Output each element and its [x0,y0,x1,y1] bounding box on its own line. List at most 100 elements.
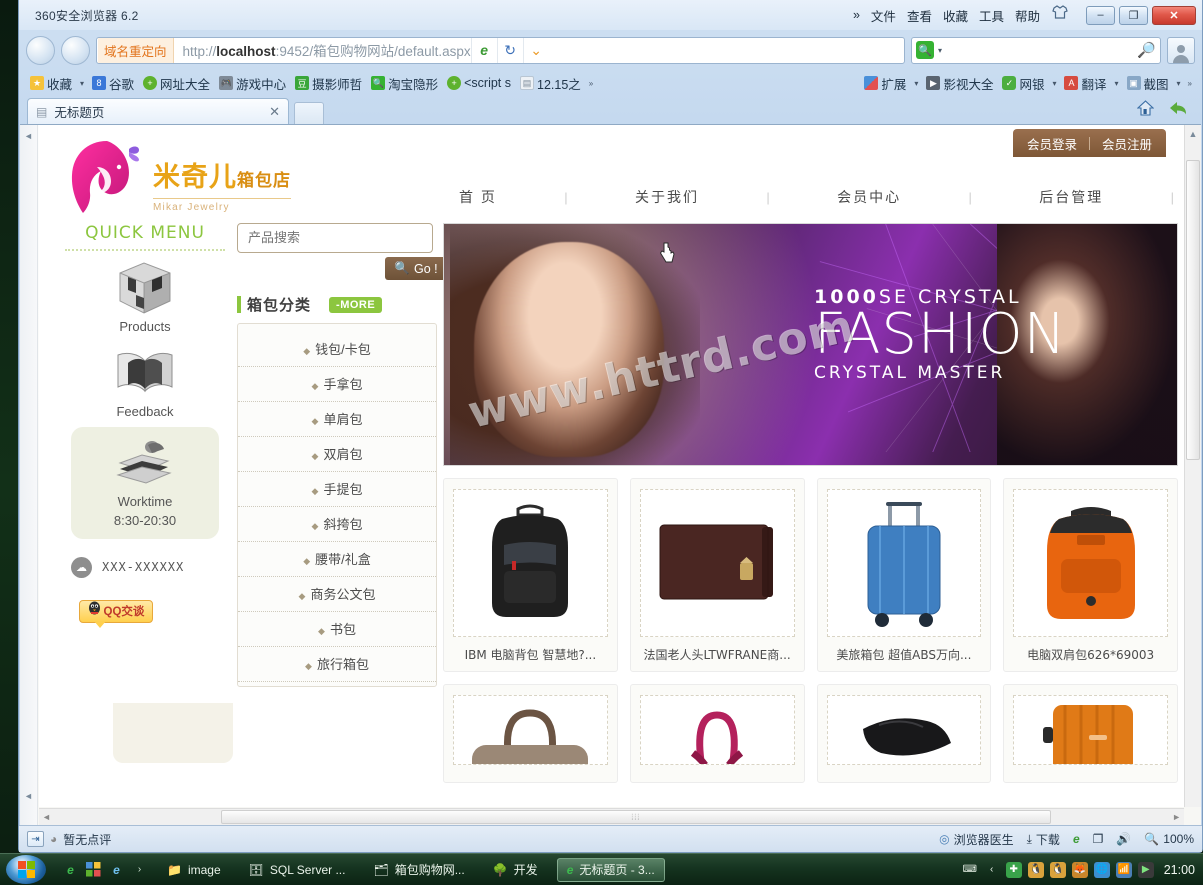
window-stack-button[interactable]: ❐ [1093,832,1104,846]
nav-item-home[interactable]: 首 页 [459,187,497,207]
chevron-left-icon[interactable]: ‹ [984,862,1000,878]
product-name[interactable]: IBM 电脑背包 智慧地?... [453,646,608,663]
menu-view[interactable]: 查看 [907,6,932,25]
bookmarks-overflow-icon[interactable]: » [589,79,593,88]
back-arrow-icon[interactable] [1168,100,1188,121]
engine-switch-button[interactable]: e [1073,832,1080,846]
product-card[interactable]: IBM 电脑背包 智慧地?... [443,478,618,672]
maximize-button[interactable]: ❐ [1119,5,1148,25]
qq-icon[interactable]: 🐧 [1027,861,1044,878]
category-item-1[interactable]: ◆ 手拿包 [238,367,436,402]
bookmark-script[interactable]: + <script s [444,75,514,91]
product-card[interactable] [1003,684,1178,783]
product-search-input[interactable] [237,223,433,253]
scroll-left-icon[interactable]: ◄ [42,812,51,822]
forward-button[interactable] [61,35,90,65]
page-left-gutter[interactable]: ◄ ◄ [20,125,38,825]
menu-file[interactable]: 文件 [871,6,896,25]
taskbar-item-sqlserver[interactable]: 🗄 SQL Server ... [240,858,355,882]
toolbar-translate[interactable]: A 翻译 [1061,73,1109,94]
menu-overflow-icon[interactable]: » [853,8,860,22]
login-link[interactable]: 会员登录 [1027,134,1077,153]
search-engine-icon[interactable]: 🔍 [916,41,934,59]
category-item-3[interactable]: ◆ 双肩包 [238,437,436,472]
page-vertical-scrollbar[interactable]: ▲ [1184,125,1201,807]
qq-chat-button[interactable]: QQ交谈 [79,599,153,628]
menu-tools[interactable]: 工具 [979,6,1004,25]
menu-favorites[interactable]: 收藏 [943,6,968,25]
nav-item-about[interactable]: 关于我们 [635,187,699,207]
category-item-9[interactable]: ◆ 旅行箱包 [238,647,436,682]
chevron-down-icon[interactable]: ▾ [914,79,918,88]
fox-icon[interactable]: 🦊 [1071,861,1088,878]
site-logo[interactable]: 米奇儿箱包店 Mikar Jewelry [67,137,291,217]
product-card[interactable] [443,684,618,783]
quick-menu-item-feedback[interactable]: Feedback [57,342,233,419]
magnifier-icon[interactable]: 🔎 [1137,41,1156,59]
chevron-right-icon[interactable]: › [131,861,148,878]
browser-search-box[interactable]: 🔍 ▾ 🔎 [911,36,1161,64]
zoom-control[interactable]: 🔍 100% [1144,832,1194,846]
menu-help[interactable]: 帮助 [1015,6,1040,25]
close-button[interactable]: ✕ [1152,5,1196,25]
taskbar-clock[interactable]: 21:00 [1164,863,1195,877]
network-icon[interactable]: 📶 [1115,861,1132,878]
account-avatar[interactable] [1167,36,1195,64]
chevron-down-icon[interactable]: ▾ [1052,79,1056,88]
scroll-up-icon[interactable]: ◄ [24,131,33,141]
product-search-button[interactable]: 🔍 Go ! [385,257,447,280]
chevron-down-icon[interactable]: ▾ [1177,79,1181,88]
product-card[interactable]: 法国老人头LTWFRANE商... [629,478,805,672]
category-item-7[interactable]: ◆ 商务公文包 [238,577,436,612]
taskbar-item-dev[interactable]: 🌳 开发 [484,858,547,882]
chevron-down-icon[interactable]: ▾ [80,79,84,88]
media-icon[interactable]: ▶ [1137,861,1154,878]
antivirus-icon[interactable]: ✚ [1005,861,1022,878]
bookmark-photographer[interactable]: 豆 摄影师哲 [292,73,365,94]
taskbar-item-project[interactable]: 🗂 箱包购物网... [364,858,473,882]
product-card[interactable] [629,684,805,783]
product-card[interactable]: 美旅箱包 超值ABS万向... [816,478,992,672]
category-item-0[interactable]: ◆ 钱包/卡包 [238,332,436,367]
scroll-down-icon[interactable]: ◄ [24,791,33,801]
qq-icon-2[interactable]: 🐧 [1049,861,1066,878]
toolbar-screenshot[interactable]: ▣ 截图 [1124,73,1172,94]
taskbar-item-image[interactable]: 📁 image [158,858,230,882]
360-browser-icon[interactable]: e [62,861,79,878]
chevron-down-icon[interactable]: ⌄ [522,37,549,63]
bookmark-1215[interactable]: ▤ 12.15之 [517,73,584,94]
home-icon[interactable] [1136,100,1155,121]
nav-item-admin[interactable]: 后台管理 [1039,187,1103,207]
toolbar-extensions[interactable]: 扩展 [861,73,909,94]
quick-menu-item-products[interactable]: Products [57,257,233,334]
nav-item-member[interactable]: 会员中心 [837,187,901,207]
bookmark-websites[interactable]: + 网址大全 [140,73,213,94]
product-name[interactable]: 美旅箱包 超值ABS万向... [827,646,982,663]
panel-toggle-icon[interactable]: ⇥ [27,831,44,847]
scroll-right-icon[interactable]: ► [1172,812,1181,822]
product-name[interactable]: 电脑双肩包626*69003 [1013,646,1168,663]
mute-button[interactable]: 🔊 [1116,832,1131,846]
browser-doctor-button[interactable]: ◎ 浏览器医生 [939,831,1014,848]
sync-icon[interactable]: ↻ [496,37,523,63]
ie-icon[interactable]: e [108,861,125,878]
product-card[interactable]: 电脑双肩包626*69003 [1003,478,1178,672]
category-item-4[interactable]: ◆ 手提包 [238,472,436,507]
url-bar[interactable]: 域名重定向 http://localhost:9452/箱包购物网站/defau… [96,36,905,64]
taskbar-item-browser[interactable]: e 无标题页 - 3... [556,857,665,882]
new-tab-button[interactable] [294,102,324,124]
page-horizontal-scrollbar[interactable]: ◄ ⦙⦙⦙ ► [39,808,1184,825]
category-item-5[interactable]: ◆ 斜挎包 [238,507,436,542]
vertical-scroll-thumb[interactable] [1186,160,1200,460]
minimize-button[interactable]: – [1086,5,1115,25]
hero-banner[interactable]: 1000SE CRYSTAL FASHION CRYSTAL MASTER ww… [443,223,1178,466]
bookmark-gamecenter[interactable]: 🎮 游戏中心 [216,73,289,94]
download-button[interactable]: ⤓ 下载 [1027,831,1060,848]
browser-search-input[interactable] [946,43,1134,57]
ie-engine-icon[interactable]: e [470,37,497,63]
tab-untitled[interactable]: ▤ 无标题页 ✕ [27,98,289,124]
globe-icon[interactable]: 🌐 [1093,861,1110,878]
bookmark-favorites[interactable]: ★ 收藏 [27,73,75,94]
category-item-6[interactable]: ◆ 腰带/礼盒 [238,542,436,577]
apps-icon[interactable] [85,861,102,878]
